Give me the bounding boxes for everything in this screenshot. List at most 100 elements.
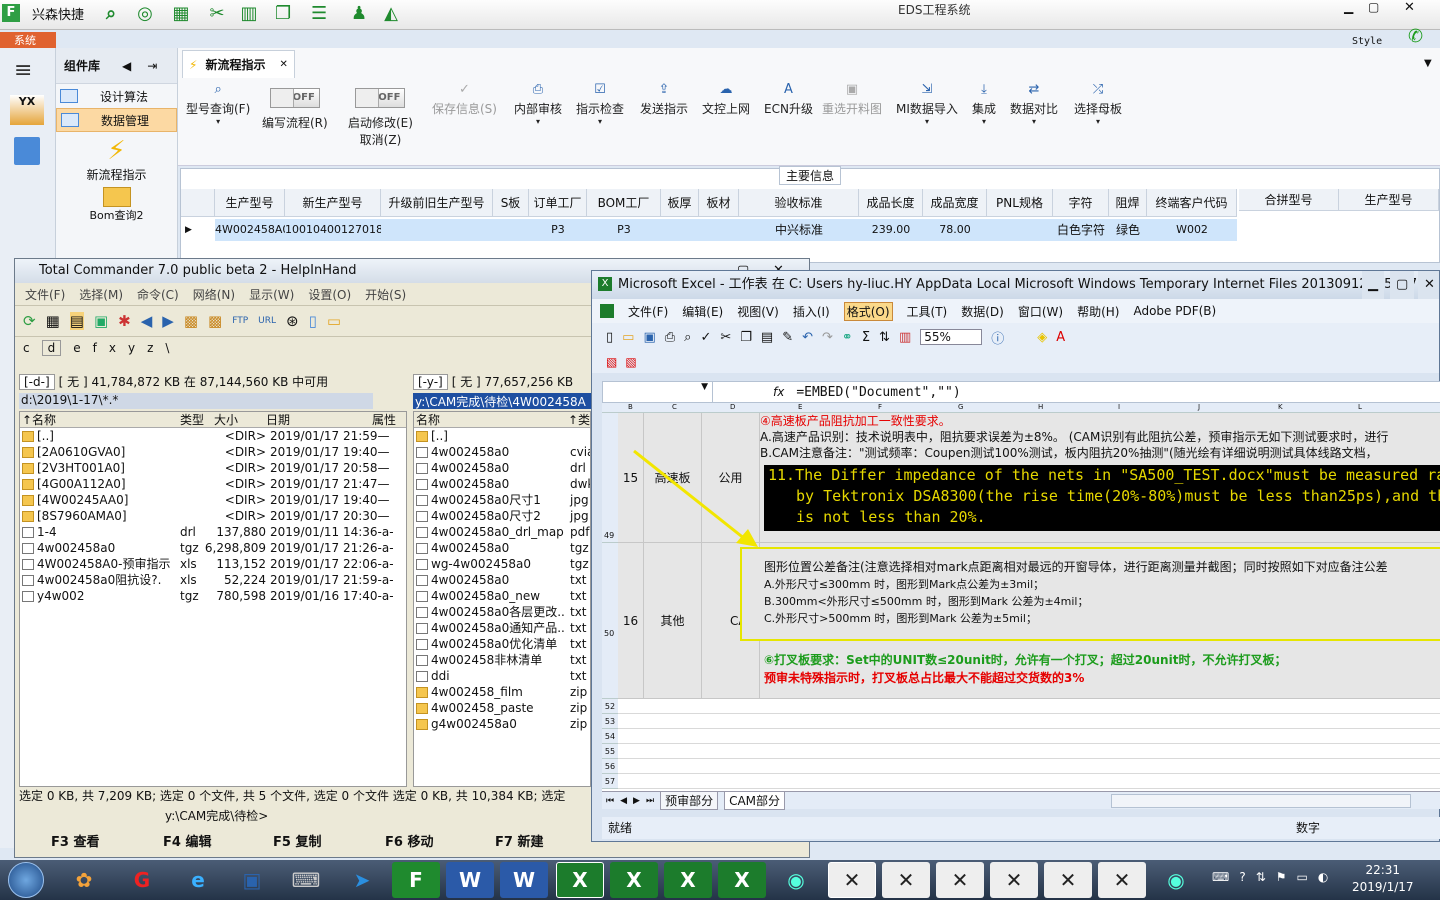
cell[interactable]: P3 [529, 219, 587, 241]
drive-c[interactable]: c [23, 341, 30, 355]
phone-icon[interactable]: ✆ [1408, 26, 1423, 47]
col-header[interactable]: I [1118, 403, 1120, 411]
col-header[interactable]: 新生产型号 [285, 189, 381, 217]
flag-tray-icon[interactable]: ⚑ [1276, 870, 1287, 884]
taskbar-excel-doc-icon[interactable]: ✕ [1098, 862, 1146, 898]
file-row[interactable]: y4w002 tgz 780,598 2019/01/16 17:40-a- [20, 588, 406, 604]
file-row[interactable]: [4W00245AA0] <DIR> 2019/01/17 19:40— [20, 492, 406, 508]
taskbar-excel-doc-icon[interactable]: ✕ [828, 862, 876, 898]
save-info-button[interactable]: ✓ 保存信息(S) [432, 82, 497, 117]
grid-view-icon[interactable]: ▦ [46, 312, 60, 330]
last-sheet-icon[interactable]: ⏭ [646, 796, 654, 806]
drive-y[interactable]: y [128, 341, 135, 355]
taskbar-app-g[interactable]: G [118, 862, 166, 898]
collapse-icon[interactable]: ◀ [122, 59, 131, 73]
file-row[interactable]: 4w002458a0尺寸2 jpg [414, 508, 590, 524]
cell[interactable] [987, 219, 1053, 241]
file-row[interactable]: 4w002458非林清单 txt [414, 652, 590, 668]
taskbar-eds-icon[interactable]: F [392, 862, 440, 898]
file-row[interactable]: 4w002458a0 dwk [414, 476, 590, 492]
col-header[interactable]: ↑类 [568, 412, 590, 428]
col-header[interactable]: F [878, 403, 882, 411]
prev-sheet-icon[interactable]: ◀ [620, 796, 627, 806]
col-header[interactable]: 终端客户代码 [1147, 189, 1237, 217]
copy-icon[interactable]: ❐ [270, 2, 296, 24]
left-item-data[interactable]: 数据管理 [56, 108, 177, 132]
model-query-button[interactable]: ⌕ 型号查询(F) ▾ [186, 82, 250, 126]
menu-item-format[interactable]: 格式(O) [843, 301, 893, 321]
cell[interactable]: 绿色 [1109, 219, 1147, 241]
help-icon[interactable]: ⓘ [991, 328, 1004, 347]
menu-item[interactable]: 窗口(W) [1018, 303, 1063, 320]
panel-item-flow[interactable]: ⚡ 新流程指示 [56, 136, 177, 183]
paste-icon[interactable]: ▤ [761, 330, 773, 345]
style-label[interactable]: Style [1352, 36, 1382, 47]
row-number[interactable]: 56 [602, 759, 618, 774]
menu-item[interactable]: 编辑(E) [682, 303, 723, 320]
cell-category[interactable]: 其他 [644, 543, 702, 699]
menu-item[interactable]: 开始(S) [365, 286, 406, 303]
reselect-drawing-button[interactable]: ▣ 重选开料图 [822, 82, 882, 117]
file-row[interactable]: g4w002458a0 zip [414, 716, 590, 732]
row-number[interactable]: 49 [602, 413, 618, 543]
col-header[interactable]: 属性 [372, 412, 396, 428]
col-header[interactable]: E [798, 403, 802, 411]
select-motherboard-button[interactable]: ⤮ 选择母板 ▾ [1074, 82, 1122, 126]
col-header[interactable]: 板材 [699, 189, 739, 217]
cell[interactable] [661, 219, 699, 241]
arrow-tray-icon[interactable]: ⇅ [1256, 870, 1266, 884]
autosum-icon[interactable]: Σ [862, 330, 870, 345]
drive-e[interactable]: e [73, 341, 80, 355]
new-icon[interactable]: ▯ [606, 330, 613, 345]
table-icon[interactable]: ▦ [168, 2, 194, 24]
thumbnail-icon[interactable]: ▣ [94, 312, 108, 330]
row-number[interactable]: 52 [602, 699, 618, 714]
file-row[interactable]: 4w002458a0阻抗设?. xls 52,224 2019/01/17 21:59… [20, 572, 406, 588]
url-icon[interactable]: URL [258, 316, 276, 326]
taskbar-excel-doc-icon[interactable]: ✕ [882, 862, 930, 898]
taskbar-excel-icon[interactable]: X [718, 862, 766, 898]
invert-selection-icon[interactable]: ✱ [118, 312, 131, 330]
copy-icon[interactable]: ❐ [740, 330, 752, 345]
col-header[interactable]: 成品宽度 [923, 189, 987, 217]
taskbar-app-icon[interactable]: ◉ [1152, 862, 1200, 898]
left-drive-select[interactable]: [-d-] [19, 373, 55, 390]
dropdown-icon[interactable]: ▼ [1424, 58, 1432, 69]
menu-item[interactable]: 工具(T) [907, 303, 948, 320]
col-header[interactable]: D [730, 403, 735, 411]
internal-review-button[interactable]: ⎙ 内部审核 ▾ [514, 82, 562, 126]
scissors-icon[interactable]: ✂ [204, 2, 230, 24]
spell-icon[interactable]: ✓ [700, 330, 711, 345]
cell[interactable] [381, 219, 493, 241]
col-header[interactable]: G [958, 403, 963, 411]
file-row[interactable]: 4w002458_paste zip [414, 700, 590, 716]
toggle-switch[interactable]: OFF [269, 88, 320, 108]
data-compare-button[interactable]: ⇄ 数据对比 ▾ [1010, 82, 1058, 126]
col-header[interactable]: 大小 [214, 412, 238, 428]
excel-min-button[interactable]: ▁ [1362, 271, 1384, 299]
min-button[interactable]: ▁ [1344, 0, 1353, 14]
tab-new-flow[interactable]: ⚡ 新流程指示 ✕ [182, 50, 295, 78]
search-icon[interactable]: ⌕ [98, 2, 124, 24]
taskbar-floppy-icon[interactable]: ▣ [228, 862, 276, 898]
file-row[interactable]: [4G00A112A0] <DIR> 2019/01/17 21:47— [20, 476, 406, 492]
file-row[interactable]: wg-4w002458a0 tgz [414, 556, 590, 572]
taskbar-word-icon[interactable]: W [446, 862, 494, 898]
check-instruction-button[interactable]: ☑ 指示检查 ▾ [576, 82, 624, 126]
notepad-icon[interactable]: ▯ [309, 312, 317, 330]
print-icon[interactable]: ⎙ [665, 330, 675, 345]
help-tray-icon[interactable]: ? [1239, 870, 1245, 884]
cell[interactable] [493, 219, 529, 241]
right-path[interactable]: y:\CAM完成\待检\4W002458A [413, 393, 591, 409]
f4-edit-button[interactable]: F4 编辑 [163, 831, 211, 850]
col-header[interactable]: C [672, 403, 677, 411]
taskbar-excel-doc-icon[interactable]: ✕ [936, 862, 984, 898]
hyperlink-icon[interactable]: ⚭ [842, 330, 853, 345]
left-item-design[interactable]: 设计算法 [56, 84, 177, 108]
file-row[interactable]: 4w002458a0 txt [414, 572, 590, 588]
row-number[interactable]: 54 [602, 729, 618, 744]
file-row[interactable]: [2A0610GVA0] <DIR> 2019/01/17 19:40— [20, 444, 406, 460]
taskbar-paperplane-icon[interactable]: ➤ [338, 862, 386, 898]
user-icon[interactable]: ♟ [346, 2, 372, 24]
drive-f[interactable]: f [93, 341, 97, 355]
